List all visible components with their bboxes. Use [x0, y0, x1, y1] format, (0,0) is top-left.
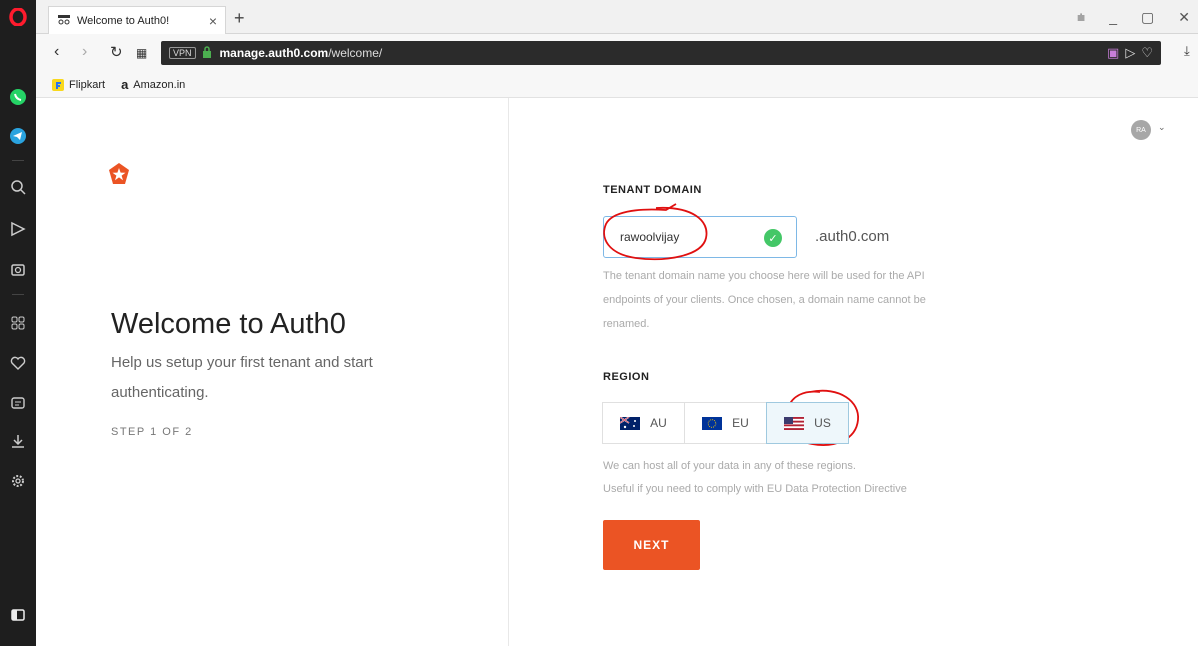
- lock-icon[interactable]: [202, 45, 212, 61]
- flipkart-icon: [52, 78, 64, 91]
- search-icon[interactable]: [7, 176, 29, 198]
- tenant-help-line-3: renamed.: [603, 318, 650, 330]
- news-icon[interactable]: [7, 392, 29, 414]
- download-icon[interactable]: [7, 430, 29, 452]
- avatar[interactable]: RA: [1131, 120, 1151, 140]
- next-button[interactable]: NEXT: [603, 520, 700, 570]
- downloads-icon[interactable]: ⤓: [1184, 43, 1190, 59]
- region-au-button[interactable]: AU: [602, 402, 685, 444]
- minimize-icon[interactable]: _: [1109, 9, 1117, 25]
- whatsapp-icon[interactable]: [7, 86, 29, 108]
- back-icon[interactable]: ‹: [54, 43, 59, 61]
- welcome-title: Welcome to Auth0: [111, 308, 346, 340]
- tenant-domain-label: TENANT DOMAIN: [603, 184, 702, 196]
- tenant-help-line-2: endpoints of your clients. Once chosen, …: [603, 294, 926, 306]
- new-tab-icon[interactable]: +: [234, 8, 245, 29]
- forward-icon[interactable]: ›: [82, 43, 87, 61]
- region-selector: AU EU US: [602, 402, 849, 444]
- australia-flag-icon: [620, 416, 641, 430]
- tabs-grid-icon[interactable]: ▦: [136, 46, 147, 60]
- check-icon: ✓: [764, 229, 782, 247]
- bookmark-amazon[interactable]: a Amazon.in: [121, 77, 185, 92]
- tenant-domain-input[interactable]: rawoolvijay ✓: [603, 216, 797, 258]
- vpn-badge[interactable]: VPN: [169, 47, 196, 59]
- bookmark-heart-icon[interactable]: ♡: [1141, 45, 1153, 61]
- camera-icon[interactable]: [7, 258, 29, 280]
- close-window-icon[interactable]: ✕: [1178, 9, 1190, 26]
- restore-icon[interactable]: ▢: [1141, 9, 1154, 26]
- region-us-button[interactable]: US: [766, 402, 849, 444]
- flow-send-icon[interactable]: [7, 218, 29, 240]
- tab-auth0[interactable]: Welcome to Auth0! ×: [48, 6, 226, 34]
- welcome-subtitle: Help us setup your first tenant and star…: [111, 354, 373, 401]
- url-actions: ▣ ▷ ♡: [1107, 45, 1153, 61]
- region-help-line-2: Useful if you need to comply with EU Dat…: [603, 483, 907, 495]
- address-bar: ‹ › ↻ ▦ VPN manage.auth0.com/welcome/ ▣ …: [36, 34, 1198, 72]
- us-flag-icon: [784, 416, 805, 430]
- region-label: REGION: [603, 371, 650, 383]
- speed-dial-icon[interactable]: [7, 312, 29, 334]
- tab-bar: Welcome to Auth0! × + ⩧ _ ▢ ✕: [36, 0, 1198, 34]
- page-content: Welcome to Auth0 Help us setup your firs…: [36, 98, 1198, 646]
- tenant-domain-suffix: .auth0.com: [815, 228, 890, 245]
- opera-logo-icon[interactable]: [7, 6, 29, 28]
- reload-icon[interactable]: ↻: [110, 43, 123, 61]
- snapshot-icon[interactable]: ▣: [1107, 45, 1119, 61]
- amazon-icon: a: [121, 77, 129, 92]
- window-controls: ⩧ _ ▢ ✕: [1077, 0, 1198, 34]
- region-help-line-1: We can host all of your data in any of t…: [603, 460, 856, 472]
- flow-icon[interactable]: ▷: [1125, 45, 1135, 61]
- auth0-logo-icon: [107, 162, 131, 191]
- sidebar-toggle-icon[interactable]: [7, 604, 29, 626]
- region-eu-button[interactable]: EU: [684, 402, 767, 444]
- telegram-icon[interactable]: [7, 125, 29, 147]
- tenant-help-line-1: The tenant domain name you choose here w…: [603, 270, 925, 282]
- opera-sidebar: [0, 0, 36, 646]
- url-field[interactable]: VPN manage.auth0.com/welcome/ ▣ ▷ ♡: [161, 41, 1161, 65]
- tenant-domain-value: rawoolvijay: [620, 230, 680, 244]
- step-indicator: STEP 1 OF 2: [111, 426, 193, 438]
- bookmarks-bar: Flipkart a Amazon.in: [36, 72, 1198, 98]
- incognito-icon: [57, 13, 71, 28]
- bookmark-flipkart[interactable]: Flipkart: [52, 78, 105, 91]
- tab-menu-icon[interactable]: ⩧: [1077, 9, 1085, 26]
- chevron-down-icon[interactable]: ⌄: [1158, 122, 1166, 133]
- url-text: manage.auth0.com/welcome/: [219, 46, 383, 60]
- eu-flag-icon: [702, 416, 723, 430]
- tab-title: Welcome to Auth0!: [77, 14, 170, 27]
- heart-icon[interactable]: [7, 352, 29, 374]
- tab-close-icon[interactable]: ×: [209, 13, 217, 29]
- panel-divider: [508, 98, 509, 646]
- settings-gear-icon[interactable]: [7, 470, 29, 492]
